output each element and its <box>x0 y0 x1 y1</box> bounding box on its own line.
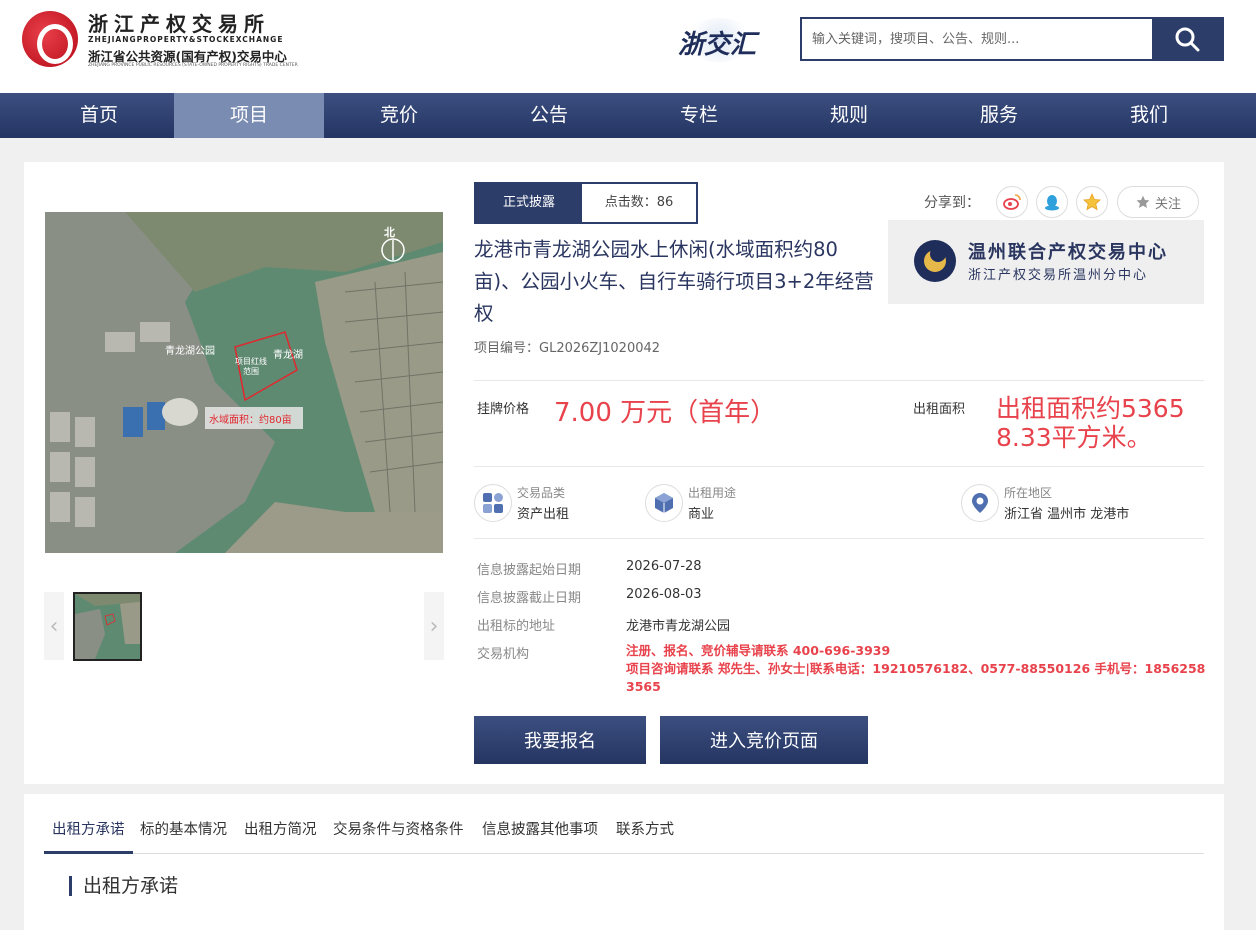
map-water-label: 水域面积：约80亩 <box>209 413 292 426</box>
map-redline-label: 项目红线范围 <box>235 357 267 376</box>
thumbnail-item[interactable] <box>73 592 142 661</box>
attr-region-value: 浙江省 温州市 龙港市 <box>1004 507 1130 522</box>
logo-emblem-icon <box>22 11 78 67</box>
project-detail-card: 北 青龙湖公园 青龙湖 项目红线范围 水域面积：约80亩 ‹ › 正式披露 点击… <box>24 162 1224 784</box>
area-value: 出租面积约53658.33平方米。 <box>996 394 1185 452</box>
thumbnail-image <box>75 594 140 659</box>
thumb-next-button[interactable]: › <box>424 592 444 660</box>
info-org-line2: 项目咨询请联系 郑先生、孙女士|联系电话：19210576182、0577-88… <box>626 661 1206 694</box>
status-badge: 正式披露 <box>476 184 582 222</box>
weibo-icon <box>1003 194 1021 210</box>
nav-projects[interactable]: 项目 <box>174 93 324 138</box>
info-address-value: 龙港市青龙湖公园 <box>626 619 731 634</box>
project-main-image[interactable]: 北 青龙湖公园 青龙湖 项目红线范围 水域面积：约80亩 <box>45 212 443 553</box>
detail-tabs: 出租方承诺 标的基本情况 出租方简况 交易条件与资格条件 信息披露其他事项 联系… <box>44 794 1204 854</box>
section-title: 出租方承诺 <box>69 876 178 896</box>
tab-other-disclosures[interactable]: 信息披露其他事项 <box>482 818 598 839</box>
info-start-value: 2026-07-28 <box>626 559 702 574</box>
trade-center-name: 温州联合产权交易中心 <box>968 242 1168 263</box>
detail-tabs-card: 出租方承诺 标的基本情况 出租方简况 交易条件与资格条件 信息披露其他事项 联系… <box>24 794 1224 930</box>
project-code: 项目编号：GL2026ZJ1020042 <box>474 341 661 356</box>
logo-title: 浙江产权交易所 <box>88 12 270 36</box>
price-label: 挂牌价格 <box>477 402 530 417</box>
follow-button[interactable]: 关注 <box>1117 186 1199 218</box>
share-label: 分享到： <box>924 195 980 211</box>
attr-usage-label: 出租用途 <box>688 486 737 500</box>
info-org-label: 交易机构 <box>477 647 530 662</box>
follow-label: 关注 <box>1154 196 1181 212</box>
search-box <box>800 17 1224 61</box>
qq-icon <box>1045 195 1059 211</box>
info-start-label: 信息披露起始日期 <box>477 563 582 578</box>
cube-icon <box>645 484 683 522</box>
area-label: 出租面积 <box>913 402 966 417</box>
nav-bidding[interactable]: 竞价 <box>324 93 474 138</box>
tab-trade-conditions[interactable]: 交易条件与资格条件 <box>333 818 464 839</box>
map-north-label: 北 <box>384 225 395 239</box>
chevron-right-icon: › <box>429 613 439 639</box>
search-button[interactable] <box>1152 19 1222 59</box>
logo-subtitle-en: ZHEJIANG PROVINCE PUBLIC RESOURCES (STAT… <box>88 63 298 68</box>
attr-usage-value: 商业 <box>688 507 715 522</box>
tab-lessor-commitment[interactable]: 出租方承诺 <box>52 818 125 839</box>
info-end-label: 信息披露截止日期 <box>477 591 582 606</box>
info-address-label: 出租标的地址 <box>477 619 556 634</box>
site-header: 浙江产权交易所 ZHEJIANGPROPERTY&STOCKEXCHANGE 浙… <box>0 0 1256 93</box>
nav-home[interactable]: 首页 <box>24 93 174 138</box>
nav-rules[interactable]: 规则 <box>774 93 924 138</box>
category-grid-icon <box>474 484 512 522</box>
site-logo[interactable]: 浙江产权交易所 ZHEJIANGPROPERTY&STOCKEXCHANGE 浙… <box>22 8 332 72</box>
enter-bidding-button[interactable]: 进入竞价页面 <box>660 716 868 764</box>
active-tab-indicator <box>44 851 133 854</box>
tab-lessor-profile[interactable]: 出租方简况 <box>244 818 317 839</box>
map-park-label: 青龙湖公园 <box>165 344 215 357</box>
nav-about[interactable]: 我们 <box>1074 93 1224 138</box>
tab-contact[interactable]: 联系方式 <box>616 818 674 839</box>
info-end-value: 2026-08-03 <box>626 587 702 602</box>
trade-center-emblem-icon <box>914 240 956 282</box>
project-title: 龙港市青龙湖公园水上休闲(水域面积约80亩)、公园小火车、自行车骑行项目3+2年… <box>474 238 874 325</box>
thumbnail-strip: ‹ › <box>44 592 444 661</box>
divider <box>474 380 1204 381</box>
main-nav: 首页 项目 竞价 公告 专栏 规则 服务 我们 <box>0 93 1256 138</box>
logo-title-en: ZHEJIANGPROPERTY&STOCKEXCHANGE <box>88 35 284 44</box>
nav-announcements[interactable]: 公告 <box>474 93 624 138</box>
divider <box>474 466 1204 467</box>
tab-subject-info[interactable]: 标的基本情况 <box>140 818 227 839</box>
click-count: 点击数：86 <box>604 195 674 210</box>
trade-center-subname: 浙江产权交易所温州分中心 <box>968 268 1149 283</box>
signup-button[interactable]: 我要报名 <box>474 716 646 764</box>
nav-columns[interactable]: 专栏 <box>624 93 774 138</box>
star-icon <box>1083 192 1101 211</box>
attr-category-label: 交易品类 <box>517 486 566 500</box>
attr-region-label: 所在地区 <box>1004 486 1053 500</box>
thumb-prev-button[interactable]: ‹ <box>44 592 64 660</box>
info-org-line1: 注册、报名、竞价辅导请联系 400-696-3939 <box>626 643 891 658</box>
location-pin-icon <box>961 484 999 522</box>
zjh-logo-text: 浙交汇 <box>678 30 757 60</box>
price-value: 7.00 万元（首年） <box>554 398 777 428</box>
share-qzone-button[interactable] <box>1076 186 1108 218</box>
search-icon <box>1175 27 1200 52</box>
nav-services[interactable]: 服务 <box>924 93 1074 138</box>
share-bar: 分享到： 关注 <box>924 186 1204 220</box>
attr-category-value: 资产出租 <box>517 507 570 522</box>
chevron-left-icon: ‹ <box>49 613 59 639</box>
share-weibo-button[interactable] <box>996 186 1028 218</box>
satellite-map: 北 青龙湖公园 青龙湖 项目红线范围 水域面积：约80亩 <box>45 212 443 553</box>
follow-star-icon <box>1136 195 1150 208</box>
zjh-logo[interactable]: 浙交汇 <box>678 18 778 62</box>
share-qq-button[interactable] <box>1036 186 1068 218</box>
status-tag-box: 正式披露 点击数：86 <box>474 182 698 224</box>
divider <box>474 538 1204 539</box>
trade-center-logo: 温州联合产权交易中心 浙江产权交易所温州分中心 <box>888 220 1204 304</box>
map-lake-label: 青龙湖 <box>273 348 303 361</box>
search-input[interactable] <box>802 19 1152 59</box>
